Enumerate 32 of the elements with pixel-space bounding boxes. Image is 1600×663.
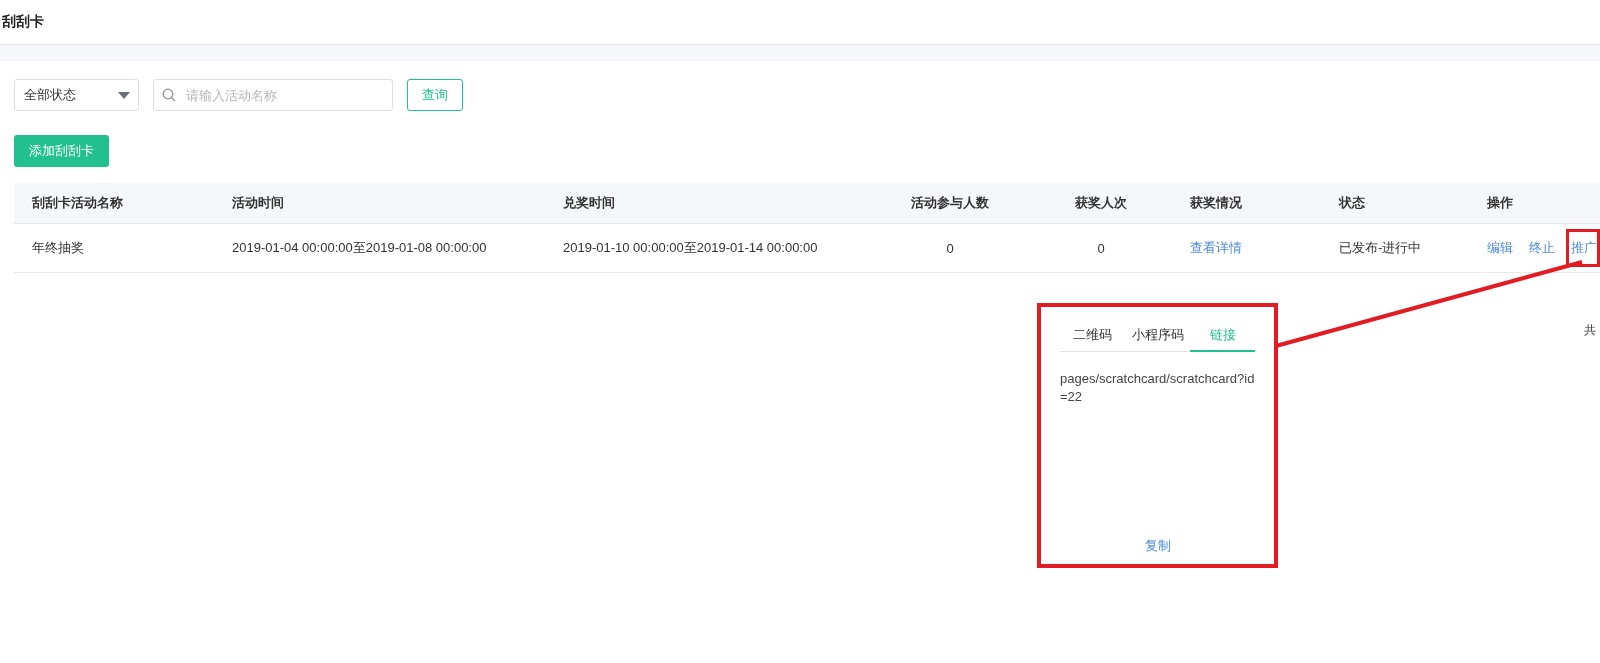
table-cell: 2019-01-04 00:00:00至2019-01-08 00:00:00 — [232, 239, 487, 257]
column-header: 刮刮卡活动名称 — [32, 194, 123, 212]
popover-tab[interactable]: 小程序码 — [1125, 320, 1190, 352]
link-text: pages/scratchcard/scratchcard?id=22 — [1060, 370, 1255, 406]
table-cell: 年终抽奖 — [32, 239, 84, 257]
copy-button[interactable]: 复制 — [1138, 536, 1177, 556]
page-title: 刮刮卡 — [2, 13, 44, 31]
caret-icon — [118, 91, 130, 99]
popover-tab[interactable]: 二维码 — [1060, 320, 1125, 352]
table-cell: 2019-01-10 00:00:00至2019-01-14 00:00:00 — [563, 239, 818, 257]
table-cell: 0 — [946, 240, 954, 256]
pagination-total: 共 — [1584, 322, 1596, 339]
column-header: 状态 — [1339, 194, 1365, 212]
query-button[interactable]: 查询 — [407, 79, 463, 111]
action-link[interactable]: 终止 — [1529, 239, 1555, 257]
column-header: 获奖情况 — [1190, 194, 1242, 212]
action-link[interactable]: 推广 — [1571, 239, 1597, 257]
column-header: 获奖人次 — [1075, 194, 1127, 212]
action-link[interactable]: 编辑 — [1487, 239, 1513, 257]
status-select[interactable]: 全部状态 — [14, 79, 139, 111]
popover-tab[interactable]: 链接 — [1190, 320, 1255, 352]
search-field[interactable]: 请输入活动名称 — [153, 79, 393, 111]
table-cell: 0 — [1097, 240, 1105, 256]
column-header: 兑奖时间 — [563, 194, 615, 212]
status-text: 已发布-进行中 — [1339, 239, 1422, 257]
details-link[interactable]: 查看详情 — [1190, 239, 1242, 257]
annotation-box — [1566, 229, 1600, 267]
column-header: 活动时间 — [232, 194, 284, 212]
search-icon — [162, 88, 176, 102]
column-header: 操作 — [1487, 194, 1513, 212]
column-header: 活动参与人数 — [911, 194, 989, 212]
add-button[interactable]: 添加刮刮卡 — [14, 135, 109, 167]
